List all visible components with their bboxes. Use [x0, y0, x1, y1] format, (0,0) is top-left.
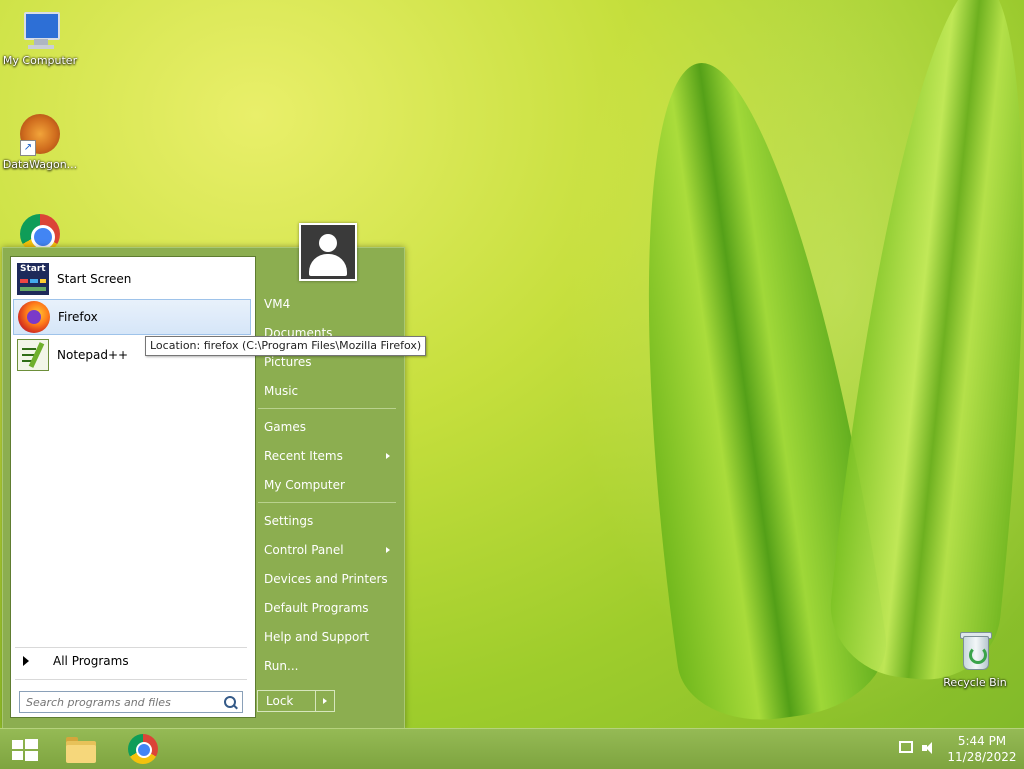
datawagon-icon: ↗: [18, 112, 62, 156]
system-clock[interactable]: 5:44 PM 11/28/2022: [944, 733, 1020, 765]
taskbar: 5:44 PM 11/28/2022: [0, 728, 1024, 769]
search-input[interactable]: [20, 692, 222, 712]
windows-logo-icon: [12, 739, 38, 761]
firefox-location-tooltip: Location: firefox (C:\Program Files\Mozi…: [145, 336, 427, 356]
volume-icon[interactable]: [922, 741, 936, 755]
desktop-icon-label: DataWagon...: [2, 158, 78, 171]
separator: [15, 679, 247, 680]
pinned-item-start-screen[interactable]: Start Start Screen: [13, 261, 251, 297]
right-item-help-and-support[interactable]: Help and Support: [258, 625, 396, 649]
desktop-icon-recycle-bin[interactable]: Recycle Bin: [935, 630, 1015, 689]
right-item-label: Recent Items: [264, 449, 343, 463]
desktop-icon-label: Recycle Bin: [943, 676, 1007, 689]
taskbar-file-explorer[interactable]: [56, 731, 104, 767]
notepad-plus-plus-icon: [17, 339, 49, 371]
triangle-right-icon: [23, 656, 29, 666]
right-item-label: Control Panel: [264, 543, 344, 557]
pinned-item-firefox[interactable]: Firefox: [13, 299, 251, 335]
desktop-icon-label: My Computer: [2, 54, 78, 67]
taskbar-chrome[interactable]: [120, 731, 168, 767]
desktop-icon-my-computer[interactable]: My Computer: [0, 8, 80, 67]
right-item-control-panel[interactable]: Control Panel: [258, 538, 396, 562]
clock-time: 5:44 PM: [957, 734, 1007, 748]
chevron-right-icon: [386, 453, 390, 459]
right-item-run[interactable]: Run...: [258, 654, 396, 678]
right-item-recent-items[interactable]: Recent Items: [258, 444, 396, 468]
search-box[interactable]: [19, 691, 243, 713]
pinned-item-label: Firefox: [58, 310, 98, 324]
right-item-devices-and-printers[interactable]: Devices and Printers: [258, 567, 396, 591]
separator: [258, 502, 396, 503]
recycle-bin-icon: [953, 630, 997, 674]
right-item-music[interactable]: Music: [258, 379, 396, 403]
lock-label: Lock: [266, 694, 294, 708]
start-menu-left-pane: Start Start Screen Firefox Notepad++ All…: [10, 256, 256, 718]
separator: [15, 647, 247, 648]
right-item-my-computer[interactable]: My Computer: [258, 473, 396, 497]
all-programs-button[interactable]: All Programs: [13, 649, 251, 673]
desktop-icon-datawagon[interactable]: ↗ DataWagon...: [0, 112, 80, 171]
pinned-item-label: Start Screen: [57, 272, 132, 286]
firefox-icon: [18, 301, 50, 333]
right-item-user[interactable]: VM4: [258, 292, 396, 316]
start-button[interactable]: [0, 731, 48, 767]
clock-date: 11/28/2022: [947, 750, 1017, 764]
user-icon: [319, 234, 337, 252]
right-item-default-programs[interactable]: Default Programs: [258, 596, 396, 620]
lock-button[interactable]: Lock: [257, 690, 335, 712]
chevron-right-icon: [386, 547, 390, 553]
right-item-games[interactable]: Games: [258, 415, 396, 439]
computer-icon: [18, 8, 62, 52]
user-avatar[interactable]: [299, 223, 357, 281]
lock-options-arrow-icon[interactable]: [323, 698, 327, 704]
separator: [258, 408, 396, 409]
right-item-settings[interactable]: Settings: [258, 509, 396, 533]
network-icon[interactable]: [899, 741, 913, 753]
start-screen-icon: Start: [17, 263, 49, 295]
search-icon[interactable]: [224, 696, 236, 708]
all-programs-label: All Programs: [53, 654, 129, 668]
pinned-item-label: Notepad++: [57, 348, 129, 362]
